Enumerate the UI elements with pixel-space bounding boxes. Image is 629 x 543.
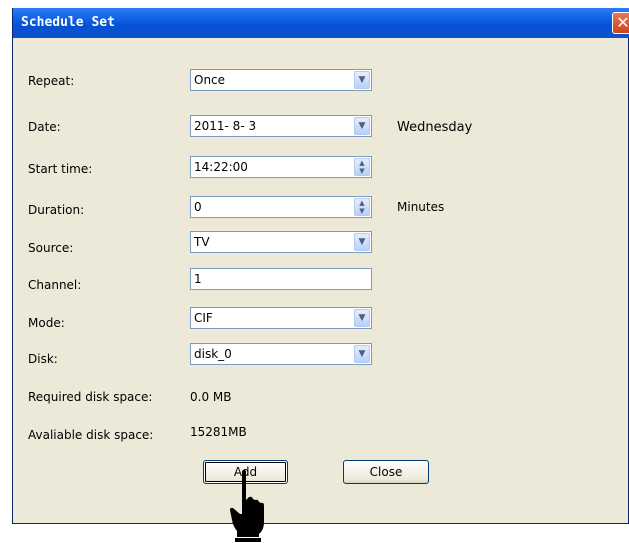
available-space-value: 15281MB	[190, 425, 247, 439]
mode-value: CIF	[194, 311, 213, 325]
required-space-label: Required disk space:	[28, 390, 153, 404]
close-button[interactable]: Close	[343, 460, 429, 484]
close-window-button[interactable]: ✕	[612, 12, 629, 34]
channel-value: 1	[194, 272, 202, 286]
spinner-icon[interactable]: ▲ ▼	[354, 158, 370, 176]
mode-label: Mode:	[28, 316, 65, 330]
chevron-down-icon[interactable]: ▼	[354, 309, 370, 327]
spinner-icon[interactable]: ▲ ▼	[354, 198, 370, 216]
repeat-select[interactable]: Once ▼	[190, 69, 372, 91]
start-time-value: 14:22:00	[194, 160, 248, 174]
date-label: Date:	[28, 120, 61, 134]
mode-select[interactable]: CIF ▼	[190, 307, 372, 329]
title-bar: Schedule Set ✕	[13, 8, 629, 38]
start-time-label: Start time:	[28, 162, 93, 176]
required-space-value: 0.0 MB	[190, 390, 232, 404]
repeat-label: Repeat:	[28, 74, 75, 88]
date-value: 2011- 8- 3	[194, 119, 257, 133]
chevron-down-icon[interactable]: ▼	[354, 233, 370, 251]
channel-input[interactable]: 1	[190, 268, 372, 290]
duration-unit: Minutes	[397, 200, 445, 214]
disk-label: Disk:	[28, 352, 58, 366]
start-time-input[interactable]: 14:22:00 ▲ ▼	[190, 156, 372, 178]
repeat-value: Once	[194, 73, 226, 87]
source-value: TV	[194, 235, 210, 249]
disk-select[interactable]: disk_0 ▼	[190, 343, 372, 365]
available-space-label: Avaliable disk space:	[28, 428, 154, 442]
chevron-down-icon[interactable]: ▼	[354, 71, 370, 89]
chevron-down-icon[interactable]: ▼	[354, 345, 370, 363]
chevron-down-icon[interactable]: ▼	[354, 117, 370, 135]
duration-input[interactable]: 0 ▲ ▼	[190, 196, 372, 218]
date-picker[interactable]: 2011- 8- 3 ▼	[190, 115, 372, 137]
source-label: Source:	[28, 241, 74, 255]
close-icon: ✕	[616, 13, 629, 32]
channel-label: Channel:	[28, 278, 82, 292]
hand-pointer-icon	[230, 470, 264, 542]
duration-value: 0	[194, 200, 202, 214]
duration-label: Duration:	[28, 203, 85, 217]
disk-value: disk_0	[194, 347, 232, 361]
source-select[interactable]: TV ▼	[190, 231, 372, 253]
dialog-title: Schedule Set	[21, 15, 115, 30]
weekday-text: Wednesday	[397, 120, 473, 135]
